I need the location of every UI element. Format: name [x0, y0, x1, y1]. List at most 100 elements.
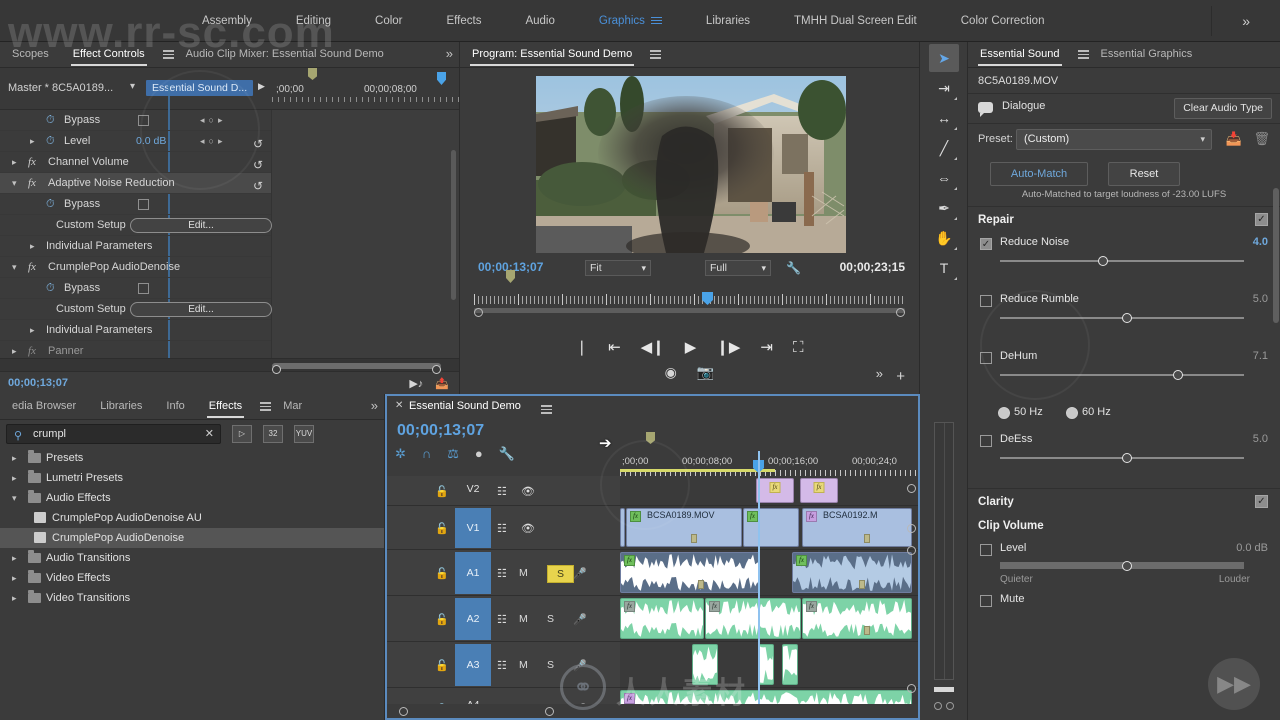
- pen-tool-icon[interactable]: ✒: [929, 194, 959, 222]
- sync-lock-icon[interactable]: ☷: [497, 659, 507, 672]
- mute-checkbox[interactable]: [980, 595, 992, 607]
- workspace-overflow-chevron[interactable]: »: [1242, 0, 1250, 42]
- effect-controls-row[interactable]: ⏱ Bypass ◂○▸: [0, 110, 271, 131]
- solo-track-button[interactable]: S: [547, 613, 554, 625]
- chevron-right-icon[interactable]: ▸: [30, 320, 35, 341]
- timeline-clip[interactable]: [692, 644, 718, 685]
- effect-controls-row[interactable]: ▸ Individual Parameters: [0, 236, 271, 257]
- program-work-area-marker-icon[interactable]: [506, 270, 515, 283]
- timeline-tab-row[interactable]: ✕ Essential Sound Demo: [387, 396, 918, 418]
- level-checkbox[interactable]: [980, 544, 992, 556]
- timeline-track[interactable]: 🔓 V2 ☷ 👁 fx fx: [387, 476, 918, 506]
- deess-checkbox[interactable]: [980, 435, 992, 447]
- effect-controls-row[interactable]: ▾ fx CrumplePop AudioDenoise: [0, 257, 271, 278]
- track-header[interactable]: 🔓 A1 ☷ M S 🎤: [387, 550, 620, 595]
- chevron-right-icon[interactable]: ▸: [12, 448, 17, 468]
- effects-folder-row[interactable]: ▸ Video Transitions: [0, 588, 384, 608]
- timeline-clip[interactable]: fx: [792, 552, 912, 593]
- timeline-sequence-title[interactable]: Essential Sound Demo: [409, 400, 521, 412]
- ec-footer-icons[interactable]: ▶♪ 📤: [409, 377, 449, 390]
- effect-controls-ruler[interactable]: ;00;00 00;00;08;00: [272, 68, 459, 110]
- track-target-A4[interactable]: A4: [455, 699, 491, 704]
- timeline-track[interactable]: 🔓 A4 ☷ M S 🎤 fx: [387, 688, 918, 704]
- play-triangle-icon[interactable]: ▶: [258, 81, 265, 92]
- workspace-tab-tmhh-dual-screen-edit[interactable]: TMHH Dual Screen Edit: [772, 0, 939, 42]
- clip-keyframe-icon[interactable]: [859, 580, 865, 589]
- lock-track-icon[interactable]: 🔓: [435, 485, 449, 498]
- clip-keyframe-icon[interactable]: [698, 580, 704, 589]
- auto-match-button[interactable]: Auto-Match: [990, 162, 1088, 186]
- panel-menu-icon[interactable]: [650, 48, 662, 61]
- marker-icon[interactable]: ●: [475, 446, 483, 462]
- timeline-track[interactable]: 🔓 A2 ☷ M S 🎤 fx fx fx: [387, 596, 918, 642]
- workspace-tab-list[interactable]: Assembly Editing Color Effects Audio Graphics…: [180, 0, 1066, 42]
- clip-keyframe-icon[interactable]: [691, 534, 697, 543]
- linked-selection-icon[interactable]: ⚖: [447, 446, 459, 462]
- timeline-track[interactable]: 🔓 A1 ☷ M S 🎤 fx fx: [387, 550, 918, 596]
- timeline-tracks[interactable]: 🔓 V2 ☷ 👁 fx fx 🔓 V1 ☷ 👁 fx BCSA0189.MOV fx fx BCSA0192…: [387, 476, 918, 704]
- track-clip-area[interactable]: [620, 642, 918, 687]
- level-slider-knob[interactable]: [1122, 561, 1132, 571]
- track-target-V1[interactable]: V1: [455, 508, 491, 548]
- track-target-A2[interactable]: A2: [455, 598, 491, 640]
- effect-controls-row[interactable]: Custom Setup Edit...: [0, 299, 272, 320]
- tab-audio-clip-mixer-essential-sound-demo[interactable]: Audio Clip Mixer: Essential Sound Demo: [174, 42, 396, 67]
- mute-track-button[interactable]: M: [519, 703, 528, 704]
- timeline-vscroll-handle-top[interactable]: [907, 484, 916, 493]
- stopwatch-icon[interactable]: ⏱: [46, 110, 55, 131]
- chevron-right-icon[interactable]: ▸: [12, 568, 17, 588]
- workspace-tab-color-correction[interactable]: Color Correction: [939, 0, 1067, 42]
- toggle-track-output-icon[interactable]: 👁: [521, 522, 535, 535]
- 32-bit-color-icon[interactable]: 32: [263, 425, 283, 443]
- deess-slider[interactable]: [1000, 453, 1244, 463]
- custom-setup-edit-button[interactable]: Edit...: [130, 302, 272, 317]
- effects-tree[interactable]: ▸ Presets ▸ Lumetri Presets ▾ Audio Effects Cr…: [0, 448, 384, 608]
- level-value[interactable]: 0.0 dB: [1236, 542, 1268, 554]
- sequence-chip[interactable]: Essential Sound D...: [146, 80, 254, 96]
- clarity-section-checkbox[interactable]: ✓: [1255, 495, 1268, 508]
- level-value[interactable]: 0.0 dB: [136, 131, 166, 152]
- step-back-icon[interactable]: ◀❙: [641, 338, 665, 356]
- timeline-clip[interactable]: fx: [743, 508, 799, 547]
- program-overflow-chevron[interactable]: »: [876, 366, 883, 381]
- level-slider[interactable]: [1000, 561, 1244, 571]
- panel-menu-icon[interactable]: [650, 15, 662, 26]
- reduce-rumble-slider[interactable]: [1000, 313, 1244, 323]
- reduce-rumble-slider-knob[interactable]: [1122, 313, 1132, 323]
- track-clip-area[interactable]: fx fx fx: [620, 596, 918, 641]
- tool-list[interactable]: ➤ ⇥ ↔ ╱ ⇔ ✒ ✋ T: [920, 44, 967, 282]
- timeline-track[interactable]: 🔓 A3 ☷ M S 🎤: [387, 642, 918, 688]
- step-forward-icon[interactable]: ❙▶: [716, 338, 740, 356]
- track-target-V2[interactable]: V2: [455, 483, 491, 495]
- panel-menu-icon[interactable]: [1077, 48, 1089, 61]
- mute-track-button[interactable]: M: [519, 567, 528, 579]
- meter-solo-left-icon[interactable]: [934, 702, 942, 710]
- stopwatch-icon[interactable]: ⏱: [46, 278, 55, 299]
- workspace-tab-assembly[interactable]: Assembly: [180, 0, 274, 42]
- effects-folder-row[interactable]: ▸ Presets: [0, 448, 384, 468]
- reset-button[interactable]: Reset: [1108, 162, 1180, 186]
- radio-60hz[interactable]: [1066, 407, 1078, 419]
- effects-browser-tabs[interactable]: edia Browser Libraries Info Effects Mar »: [0, 394, 384, 420]
- panel-menu-icon[interactable]: [162, 48, 174, 61]
- close-icon[interactable]: ✕: [395, 400, 403, 411]
- voice-record-icon[interactable]: 🎤: [573, 703, 587, 704]
- timeline-clip[interactable]: fx: [756, 478, 794, 503]
- timeline-work-area-bar[interactable]: [620, 469, 775, 472]
- reduce-noise-checkbox[interactable]: ✓: [980, 238, 992, 250]
- add-marker-icon[interactable]: ❘: [575, 338, 588, 356]
- chevron-right-icon[interactable]: ▸: [12, 152, 17, 173]
- ec-timecode[interactable]: 00;00;13;07: [8, 377, 68, 389]
- reduce-noise-value[interactable]: 4.0: [1253, 236, 1268, 248]
- effect-controls-row[interactable]: ▸ fx Channel Volume ↺: [0, 152, 271, 173]
- program-monitor-video[interactable]: [536, 76, 846, 253]
- effects-effect-row[interactable]: CrumplePop AudioDenoise AU: [0, 508, 384, 528]
- timeline-work-area-marker-icon[interactable]: [646, 432, 655, 444]
- timeline-clip[interactable]: fx: [800, 478, 838, 503]
- effects-folder-row[interactable]: ▸ Lumetri Presets: [0, 468, 384, 488]
- audio-meter-buttons[interactable]: [934, 702, 954, 710]
- timeline-timecode[interactable]: 00;00;13;07: [397, 422, 484, 440]
- timeline-clip[interactable]: [620, 508, 625, 547]
- clip-keyframe-icon[interactable]: [864, 534, 870, 543]
- track-header[interactable]: 🔓 V2 ☷ 👁: [387, 476, 620, 505]
